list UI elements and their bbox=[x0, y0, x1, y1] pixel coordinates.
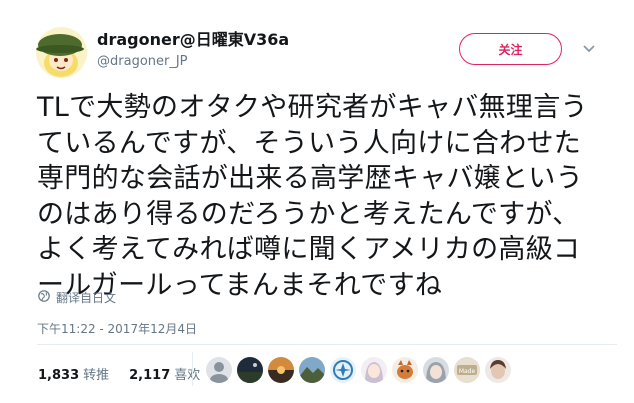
tweet-line: TLで大勢のオタクや研究者がキャバ無理言う bbox=[37, 92, 588, 123]
tweet-line: のはあり得るのだろうかと考えたんですが、 bbox=[37, 198, 580, 230]
author-avatar[interactable] bbox=[36, 27, 87, 78]
tweet-line: ているんですが、そういう人向けに合わせた bbox=[37, 127, 582, 159]
retweet-count[interactable]: 1,833 bbox=[38, 368, 79, 383]
liker-avatar[interactable]: Made bbox=[454, 357, 480, 383]
stats-separator bbox=[192, 352, 193, 386]
tweet-stats: 1,833 转推 2,117 喜欢 bbox=[38, 364, 200, 383]
translate-label: 翻译自日文 bbox=[56, 291, 117, 305]
liker-avatar[interactable] bbox=[361, 357, 387, 383]
retweet-label[interactable]: 转推 bbox=[83, 364, 109, 383]
liker-avatar[interactable] bbox=[237, 357, 263, 383]
svg-text:Made: Made bbox=[459, 368, 476, 375]
tweet-text: TLで大勢のオタクや研究者がキャバ無理言う ているんですが、そういう人向けに合わ… bbox=[37, 90, 627, 303]
author-handle[interactable]: @dragoner_JP bbox=[97, 54, 188, 70]
liker-avatar[interactable] bbox=[299, 357, 325, 383]
globe-icon bbox=[38, 290, 50, 305]
like-count[interactable]: 2,117 bbox=[129, 368, 170, 383]
tweet-line: ールガールってまんまそれですね bbox=[37, 269, 443, 301]
author-display-name[interactable]: dragoner@日曜東V36a bbox=[97, 30, 289, 50]
liker-avatar[interactable] bbox=[392, 357, 418, 383]
follow-button[interactable]: 关注 bbox=[459, 33, 562, 65]
likers-avatars: Made bbox=[206, 357, 511, 383]
liker-avatar[interactable] bbox=[423, 357, 449, 383]
like-label[interactable]: 喜欢 bbox=[174, 364, 200, 383]
chevron-down-icon[interactable] bbox=[580, 40, 598, 58]
liker-avatar[interactable] bbox=[268, 357, 294, 383]
divider-top bbox=[37, 344, 617, 345]
liker-avatar[interactable] bbox=[206, 357, 232, 383]
tweet-line: 専門的な会話が出来る高学歴キャバ嬢という bbox=[37, 163, 583, 194]
liker-avatar[interactable] bbox=[330, 357, 356, 383]
translate-link[interactable]: 翻译自日文 bbox=[38, 289, 116, 306]
liker-avatar[interactable] bbox=[485, 357, 511, 383]
tweet-line: よく考えてみれば噂に聞くアメリカの高級コ bbox=[37, 234, 581, 265]
tweet-timestamp[interactable]: 下午11:22 - 2017年12月4日 bbox=[37, 320, 197, 337]
